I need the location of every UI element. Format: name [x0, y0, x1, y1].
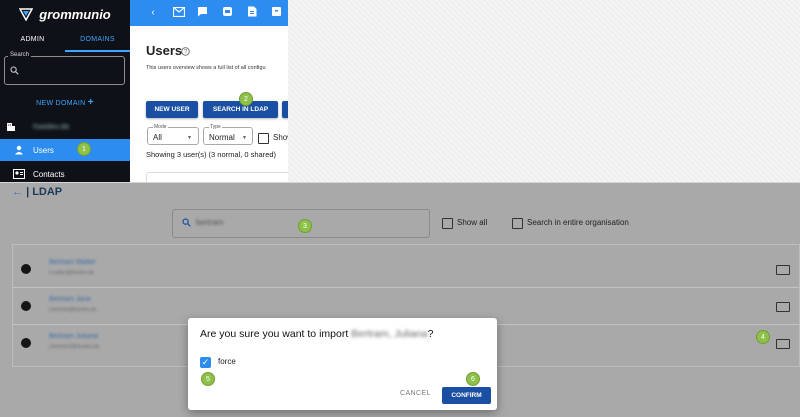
archive-icon[interactable]	[271, 6, 282, 17]
new-domain-label: NEW DOMAIN	[36, 100, 86, 107]
user-count-text: Showing 3 user(s) (3 normal, 0 shared)	[146, 150, 277, 159]
document-icon[interactable]	[247, 6, 257, 17]
result-email: j.bertram2@hsedev.de	[49, 344, 100, 350]
force-checkbox[interactable]: ✓	[200, 357, 211, 368]
import-icon[interactable]	[776, 339, 790, 349]
app-name: grommunio	[39, 6, 111, 22]
page-title: Users	[146, 43, 183, 58]
ldap-title: ← | LDAP	[12, 186, 62, 198]
account-circle-icon	[21, 264, 31, 274]
dialog-title-prefix: Are you sure you want to import	[200, 328, 352, 340]
dropdown-arrow-icon: ▼	[242, 135, 247, 141]
more-button[interactable]	[282, 101, 288, 118]
sidebar-search-input[interactable]	[4, 56, 125, 85]
top-toolbar: ‹	[130, 0, 288, 26]
show-all-checkbox[interactable]	[442, 218, 453, 229]
sidebar-item-contacts[interactable]: Contacts	[0, 165, 130, 182]
sidebar-item-label: Users	[33, 146, 54, 155]
search-label: Search	[8, 52, 32, 58]
result-name: Bertram Walter	[49, 259, 96, 266]
account-circle-icon	[21, 338, 31, 348]
checkmark-icon: ✓	[201, 357, 210, 367]
list-item[interactable]: Bertram Walter b.walter@hsedev.de	[13, 251, 799, 288]
main-panel: ‹ Users ? This users overview shows a fu…	[130, 0, 288, 182]
show-label: Show	[273, 133, 288, 142]
app-logo: grommunio	[0, 0, 130, 28]
chat-icon[interactable]	[197, 6, 208, 17]
grommunio-logo-icon	[19, 8, 34, 21]
tab-domains[interactable]: DOMAINS	[65, 32, 130, 52]
background-area	[288, 0, 800, 182]
domain-name: hsedev.de	[33, 122, 70, 131]
dialog-title-name: Bertram, Juliana	[351, 328, 428, 340]
search-org-label: Search in entire organisation	[527, 218, 629, 227]
result-email: j.bertram@hsedev.de	[49, 307, 97, 313]
mail-icon[interactable]	[173, 7, 185, 17]
result-name: Bertram Jane	[49, 296, 92, 303]
step-marker: 4	[756, 330, 770, 344]
import-dialog: Are you sure you want to import Bertram,…	[188, 318, 497, 410]
show-all-label: Show all	[457, 218, 488, 227]
back-icon[interactable]: ‹	[146, 5, 160, 19]
page-description: This users overview shows a full list of…	[146, 65, 266, 71]
mode-label: Mode	[153, 124, 168, 130]
help-icon[interactable]: ?	[181, 47, 190, 56]
ldap-title-text: | LDAP	[26, 186, 63, 198]
force-label: force	[218, 357, 236, 366]
sidebar-item-users[interactable]: Users	[0, 139, 130, 161]
user-table	[146, 172, 288, 182]
step-marker: 3	[298, 219, 312, 233]
building-icon	[7, 123, 15, 131]
search-org-checkbox[interactable]	[512, 218, 523, 229]
search-icon	[10, 66, 19, 75]
tab-admin[interactable]: ADMIN	[0, 32, 65, 52]
step-marker: 1	[77, 142, 91, 156]
new-user-button[interactable]: NEW USER	[146, 101, 198, 118]
mode-value: All	[153, 133, 162, 142]
sidebar-tabs: ADMIN DOMAINS	[0, 32, 130, 52]
sidebar-item-label: Contacts	[33, 170, 65, 179]
user-icon	[15, 145, 23, 155]
step-marker: 5	[201, 372, 215, 386]
import-icon[interactable]	[776, 265, 790, 275]
step-marker: 2	[239, 92, 253, 106]
divider	[0, 182, 800, 183]
type-label: Type	[209, 124, 222, 130]
dropdown-arrow-icon: ▼	[187, 135, 192, 141]
ldap-search-value: bertram	[196, 218, 224, 227]
import-icon[interactable]	[776, 302, 790, 312]
search-icon	[182, 218, 191, 227]
account-circle-icon	[21, 301, 31, 311]
calendar-icon[interactable]	[222, 6, 233, 17]
sidebar: grommunio ADMIN DOMAINS Search NEW DOMAI…	[0, 0, 130, 182]
type-value: Normal	[209, 133, 235, 142]
plus-icon: +	[87, 97, 94, 108]
result-email: b.walter@hsedev.de	[49, 270, 95, 276]
back-arrow-icon[interactable]: ←	[12, 186, 23, 198]
sidebar-item-domain[interactable]: hsedev.de	[0, 117, 130, 137]
cancel-button[interactable]: CANCEL	[400, 390, 431, 397]
dialog-title-suffix: ?	[427, 328, 434, 340]
show-checkbox[interactable]	[258, 133, 269, 144]
confirm-button[interactable]: CONFIRM	[442, 387, 491, 404]
new-domain-button[interactable]: NEW DOMAIN +	[0, 97, 130, 108]
dialog-title: Are you sure you want to import Bertram,…	[200, 328, 433, 340]
contacts-icon	[13, 169, 25, 179]
step-marker: 6	[466, 372, 480, 386]
result-name: Bertram Juliana	[49, 333, 99, 340]
